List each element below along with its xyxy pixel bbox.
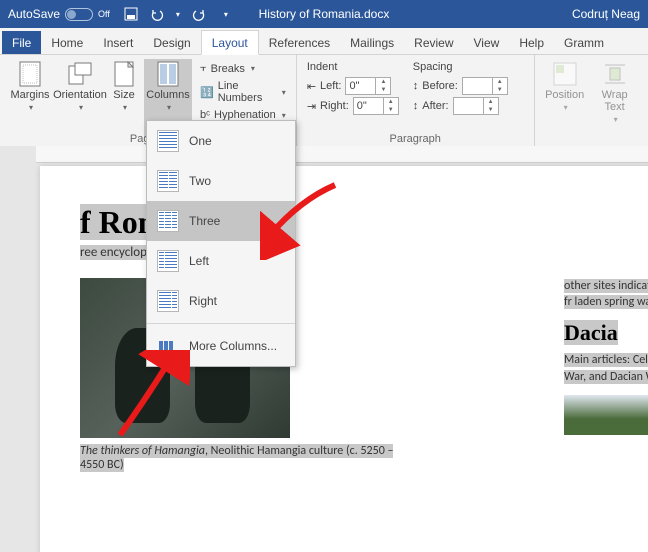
dropdown-separator [147, 323, 295, 324]
tab-mailings[interactable]: Mailings [340, 31, 404, 54]
spacing-before-icon: ↕ [413, 80, 419, 92]
right-column-icon [157, 290, 179, 312]
save-icon[interactable] [124, 7, 138, 21]
tab-design[interactable]: Design [143, 31, 200, 54]
columns-option-right[interactable]: Right [147, 281, 295, 321]
group-paragraph: Indent ⇤Left:0"▲▼ ⇥Right:0"▲▼ Spacing ↕B… [297, 55, 535, 147]
spacing-before-input[interactable]: ▲▼ [462, 77, 508, 95]
paragraph-group-label: Paragraph [297, 133, 534, 145]
tab-references[interactable]: References [259, 31, 340, 54]
indent-left-icon: ⇤ [307, 80, 316, 93]
autosave-toggle[interactable]: AutoSave Off [8, 7, 110, 21]
wrap-text-button[interactable]: Wrap Text▾ [591, 59, 639, 127]
spacing-after-input[interactable]: ▲▼ [453, 97, 499, 115]
size-icon [111, 61, 137, 87]
line-numbers-icon: 🔢 [200, 86, 214, 99]
one-column-icon [157, 130, 179, 152]
figure-caption: The thinkers of Hamangia, Neolithic Hama… [80, 444, 396, 472]
figure-image [564, 395, 648, 435]
tab-review[interactable]: Review [404, 31, 463, 54]
position-icon [552, 61, 578, 87]
spacing-heading: Spacing [413, 61, 508, 73]
indent-left-input[interactable]: 0"▲▼ [345, 77, 391, 95]
breaks-button[interactable]: ⫟Breaks▾ [198, 61, 288, 76]
indent-heading: Indent [307, 61, 399, 73]
orientation-icon [67, 61, 93, 87]
position-button[interactable]: Position▾ [541, 59, 589, 127]
tab-grammarly[interactable]: Gramm [554, 31, 614, 54]
undo-chevron-icon[interactable]: ▾ [176, 10, 180, 19]
tab-view[interactable]: View [464, 31, 510, 54]
quick-access-toolbar: ▾ ▾ [124, 7, 228, 21]
orientation-button[interactable]: Orientation▾ [56, 59, 104, 138]
qat-custom-chevron-icon[interactable]: ▾ [224, 10, 228, 19]
breaks-icon: ⫟ [200, 62, 207, 75]
columns-icon [155, 61, 181, 87]
tab-home[interactable]: Home [41, 31, 93, 54]
line-numbers-button[interactable]: 🔢Line Numbers▾ [198, 79, 288, 105]
tab-file[interactable]: File [2, 31, 41, 54]
two-column-icon [157, 170, 179, 192]
tab-insert[interactable]: Insert [93, 31, 143, 54]
indent-right-icon: ⇥ [307, 100, 316, 113]
ribbon: Margins▾ Orientation▾ Size▾ Columns▾ ⫟Br… [0, 55, 648, 148]
annotation-arrow [260, 180, 340, 260]
toggle-switch[interactable] [65, 8, 93, 21]
columns-option-one[interactable]: One [147, 121, 295, 161]
wrap-text-icon [602, 61, 628, 87]
title-bar: AutoSave Off ▾ ▾ History of Romania.docx… [0, 0, 648, 28]
section-heading: Dacia [564, 320, 648, 346]
document-title: History of Romania.docx [259, 7, 390, 21]
group-arrange: Position▾ Wrap Text▾ [535, 55, 648, 147]
margins-button[interactable]: Margins▾ [6, 59, 54, 138]
user-name[interactable]: Codruț Neag [572, 7, 640, 21]
body-paragraph: Main articles: Celts in Transylvania, Da… [564, 352, 648, 384]
left-column-icon [157, 250, 179, 272]
horizontal-ruler[interactable] [36, 146, 648, 163]
autosave-state: Off [98, 9, 110, 19]
tab-layout[interactable]: Layout [201, 30, 259, 55]
spacing-after-icon: ↕ [413, 100, 419, 112]
size-button[interactable]: Size▾ [106, 59, 142, 138]
body-paragraph: other sites indicates that the Cuc Trypi… [564, 278, 648, 310]
three-column-icon [157, 210, 179, 232]
tab-help[interactable]: Help [509, 31, 554, 54]
autosave-label: AutoSave [8, 7, 60, 21]
ribbon-tabs: File Home Insert Design Layout Reference… [0, 28, 648, 55]
redo-icon[interactable] [192, 7, 206, 21]
undo-icon[interactable] [150, 7, 164, 21]
margins-icon [17, 61, 43, 87]
indent-right-input[interactable]: 0"▲▼ [353, 97, 399, 115]
annotation-arrow [110, 350, 190, 440]
